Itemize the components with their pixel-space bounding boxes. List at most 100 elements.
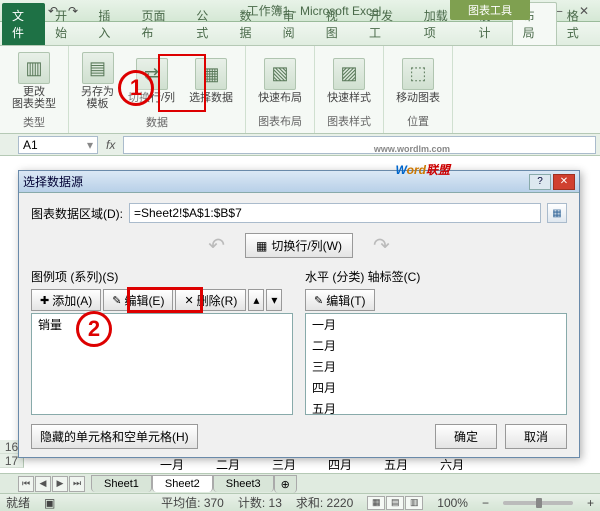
zoom-slider[interactable] [503,501,573,505]
style-icon: ▨ [333,58,365,90]
dialog-close-icon[interactable]: ✕ [553,174,575,190]
normal-view-icon[interactable]: ▦ [367,496,385,510]
status-count: 计数: 13 [238,494,282,511]
fx-icon[interactable]: fx [98,138,123,152]
series-listbox[interactable]: 销量 [31,313,293,415]
ok-button[interactable]: 确定 [435,424,497,449]
change-chart-type-button[interactable]: ▥更改 图表类型 [8,50,60,112]
zoom-level[interactable]: 100% [437,496,468,510]
page-layout-view-icon[interactable]: ▤ [386,496,404,510]
quick-style-button[interactable]: ▨快速样式 [323,56,375,106]
template-icon: ▤ [82,52,114,84]
chart-type-icon: ▥ [18,52,50,84]
tab-home[interactable]: 开始 [45,3,88,45]
group-label-layout: 图表布局 [258,111,302,129]
group-label-data: 数据 [146,112,168,130]
tab-data[interactable]: 数据 [229,3,272,45]
help-icon[interactable]: ? [529,174,551,190]
callout-1: 1 [118,70,154,106]
dialog-titlebar[interactable]: 选择数据源 ? ✕ [19,171,579,193]
arrow-left-icon: ↶ [208,233,225,258]
watermark: www.wordlm.com Word联盟 [396,150,450,181]
sheet-tab-1[interactable]: Sheet1 [91,475,152,492]
tab-format[interactable]: 格式 [557,3,600,45]
tab-review[interactable]: 审阅 [273,3,316,45]
ribbon-group-layout: ▧快速布局 图表布局 [246,46,315,133]
tab-file[interactable]: 文件 [2,3,45,45]
switch-row-col-dialog-button[interactable]: ▦切换行/列(W) [245,233,353,258]
highlight-select-data [158,54,206,112]
range-label: 图表数据区域(D): [31,205,123,222]
dropdown-icon[interactable]: ▾ [87,138,93,152]
chart-range-input[interactable]: =Sheet2!$A$1:$B$7 [129,203,541,223]
range-picker-icon[interactable]: ▦ [547,203,567,223]
cell[interactable]: 五月 [384,456,408,473]
edit-axis-button[interactable]: ✎编辑(T) [305,289,375,311]
context-tab-label: 图表工具 [450,0,530,20]
move-chart-button[interactable]: ⬚移动图表 [392,56,444,106]
tab-developer[interactable]: 开发工 [359,3,414,45]
cell[interactable]: 一月 [160,456,184,473]
categories-listbox[interactable]: 一月 二月 三月 四月 五月 [305,313,567,415]
prev-sheet-icon[interactable]: ◀ [35,476,51,492]
cell[interactable]: 四月 [328,456,352,473]
list-item[interactable]: 五月 [306,398,566,415]
cancel-button[interactable]: 取消 [505,424,567,449]
axis-label: 水平 (分类) 轴标签(C) [305,268,567,285]
zoom-in-icon[interactable]: + [587,496,594,510]
move-down-button[interactable]: ▾ [266,289,282,311]
first-sheet-icon[interactable]: ⏮ [18,476,34,492]
zoom-out-icon[interactable]: − [482,496,489,510]
formula-bar[interactable] [123,136,596,154]
save-template-button[interactable]: ▤另存为 模板 [77,50,118,112]
cell[interactable]: 二月 [216,456,240,473]
macro-icon[interactable]: ▣ [44,496,55,510]
cell[interactable]: 三月 [272,456,296,473]
tab-view[interactable]: 视图 [316,3,359,45]
add-series-button[interactable]: ✚添加(A) [31,289,101,311]
move-up-button[interactable]: ▴ [248,289,264,311]
list-item[interactable]: 二月 [306,335,566,356]
edit-icon: ✎ [112,294,121,307]
switch-icon: ▦ [256,239,267,253]
ribbon-group-style: ▨快速样式 图表样式 [315,46,384,133]
new-sheet-icon[interactable]: ⊕ [274,475,297,493]
legend-label: 图例项 (系列)(S) [31,268,293,285]
group-label-type: 类型 [23,112,45,130]
ribbon-tabs: 文件 开始 插入 页面布 公式 数据 审阅 视图 开发工 加载项 设计 布局 格… [0,22,600,46]
edit-icon: ✎ [314,294,323,307]
list-item[interactable]: 四月 [306,377,566,398]
axis-labels-panel: 水平 (分类) 轴标签(C) ✎编辑(T) 一月 二月 三月 四月 五月 [305,268,567,415]
zoom-thumb[interactable] [536,498,542,508]
dialog-title: 选择数据源 [23,173,83,190]
list-item[interactable]: 一月 [306,314,566,335]
tab-insert[interactable]: 插入 [88,3,131,45]
sheet-tab-2[interactable]: Sheet2 [152,475,213,492]
tab-formulas[interactable]: 公式 [186,3,229,45]
arrow-right-icon: ↷ [373,233,390,258]
hidden-cells-button[interactable]: 隐藏的单元格和空单元格(H) [31,424,198,449]
layout-icon: ▧ [264,58,296,90]
quick-layout-button[interactable]: ▧快速布局 [254,56,306,106]
status-ready: 就绪 [6,494,30,511]
list-item[interactable]: 三月 [306,356,566,377]
group-label-style: 图表样式 [327,111,371,129]
watermark-url: www.wordlm.com [374,144,450,154]
page-break-view-icon[interactable]: ▥ [405,496,423,510]
group-label-location: 位置 [407,111,429,129]
ribbon-group-location: ⬚移动图表 位置 [384,46,453,133]
ribbon: ▥更改 图表类型 类型 ▤另存为 模板 ⇄切换行/列 ▦选择数据 数据 ▧快速布… [0,46,600,134]
next-sheet-icon[interactable]: ▶ [52,476,68,492]
tab-pagelayout[interactable]: 页面布 [132,3,187,45]
list-item[interactable]: 销量 [32,314,292,335]
callout-2: 2 [76,311,112,347]
sheet-tab-3[interactable]: Sheet3 [213,475,274,492]
cell[interactable]: 六月 [440,456,464,473]
status-average: 平均值: 370 [161,494,224,511]
status-bar: 就绪 ▣ 平均值: 370 计数: 13 求和: 2220 ▦ ▤ ▥ 100%… [0,493,600,511]
last-sheet-icon[interactable]: ⏭ [69,476,85,492]
name-box[interactable]: A1▾ [18,136,98,154]
status-sum: 求和: 2220 [296,494,353,511]
add-icon: ✚ [40,294,49,307]
sheet-tabs: ⏮ ◀ ▶ ⏭ Sheet1 Sheet2 Sheet3 ⊕ [0,473,600,493]
